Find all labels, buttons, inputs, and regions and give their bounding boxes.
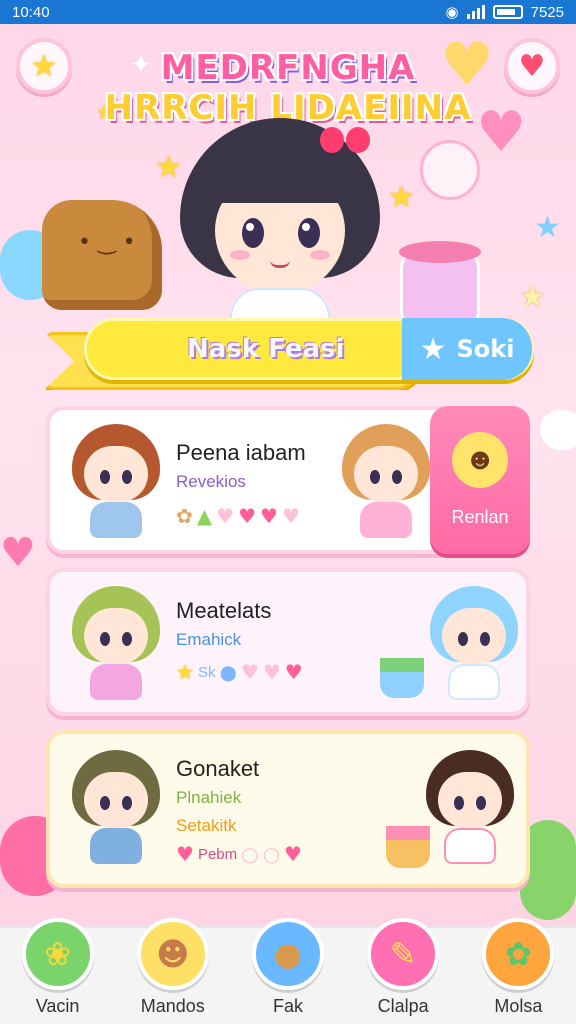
bubble-icon [420,140,480,200]
bun-icon: ● [251,918,324,990]
status-time: 10:40 [12,3,50,21]
card-title: Meatelats [176,598,272,623]
card-subtitle: Revekios [176,472,246,491]
card-action-button[interactable]: ☻ Renlan [430,406,530,554]
card-title: Gonaket [176,756,260,781]
character-card[interactable]: Gonaket Plnahiek Setakitk ♥ Pebm ○ ○ ♥ [46,730,530,888]
character-avatar [426,586,522,706]
card-subtitle: Emahick [176,630,242,649]
card-action-label: Renlan [451,507,509,527]
heart-icon: ♥ [216,504,235,528]
nav-label: Molsa [494,996,543,1016]
smile-icon: ☻ [452,432,508,488]
bottom-nav: ❀ Vacin ☻ Mandos ● Fak ✎ Clalpa ✿ Molsa [0,918,576,1024]
card-icons-row: ✿ ▲ ♥ ♥ ♥ ♥ [176,504,300,528]
status-right: ◉ 7525 [445,3,564,22]
card-icon-text: Sk [197,663,216,681]
star-icon: ★ [419,331,447,367]
heart-icon: ♥ [262,660,281,684]
signal-icon [466,5,485,19]
nav-label: Clalpa [377,996,429,1016]
character-avatar [68,424,164,544]
nav-label: Fak [272,996,303,1016]
heart-icon: ♥ [176,842,194,866]
status-right-text: 7525 [530,3,564,21]
character-avatar [338,424,434,544]
star-icon: ★ [534,210,561,245]
banner-action-button[interactable]: ★ Soki [402,318,532,380]
card-icon-text: Pebm [197,845,238,863]
nav-item-molsa[interactable]: ✿ Molsa [466,918,570,1017]
cloud-icon [540,410,576,450]
card-icons-row: ♥ Pebm ○ ○ ♥ [176,842,302,866]
heart-icon: ♥ [284,660,303,684]
heart-icon: ♥ [260,504,278,528]
card-subtitle-secondary: Setakitk [176,816,237,835]
flower-icon: ✿ [176,504,193,528]
bow-icon [320,123,370,157]
banner-label: Nask Feasi [187,334,345,364]
nav-item-mandos[interactable]: ☻ Mandos [121,918,225,1017]
battery-icon [492,5,523,19]
feature-banner: Nask Feasi ★ Soki [44,318,534,390]
game-title-line1: MEDRFNGHA [160,48,416,88]
heart-icon: ♥ [238,504,257,528]
star-icon: ★ [520,280,546,313]
bear-icon: ✿ [482,918,555,990]
nav-item-fak[interactable]: ● Fak [236,918,340,1017]
bread-mascot-icon: • ‿ • [42,200,162,310]
heart-icon: ○ [262,842,281,866]
cupcake-icon [380,658,424,698]
nav-label: Mandos [140,996,205,1016]
banner-action-label: Soki [456,335,515,363]
nav-item-clalpa[interactable]: ✎ Clalpa [351,918,455,1017]
card-icons-row: ★ Sk ● ♥ ♥ ♥ [176,660,303,684]
tool-icon: ✎ [367,918,440,990]
leaf-icon: ❀ [21,918,94,990]
heart-icon: ♥ [281,504,300,528]
heart-icon: ♥ [240,660,259,684]
status-bar: 10:40 ◉ 7525 [0,0,576,24]
character-avatar [422,750,518,870]
star-icon: ★ [388,180,415,215]
face-icon: ☻ [136,918,209,990]
hero-character [170,118,390,328]
dessert-cup-icon [399,241,481,326]
character-card[interactable]: Meatelats Emahick ★ Sk ● ♥ ♥ ♥ [46,568,530,716]
card-title: Peena iabam [176,440,306,465]
character-avatar [68,586,164,706]
heart-icon: ○ [241,842,259,866]
heart-icon: ♥ [0,530,36,576]
triangle-icon: ▲ [196,504,213,528]
nav-item-vacin[interactable]: ❀ Vacin [6,918,110,1017]
nav-label: Vacin [35,996,80,1016]
star-icon: ★ [176,660,194,684]
character-avatar [68,750,164,870]
circle-icon: ● [219,660,237,684]
heart-icon: ♥ [284,842,302,866]
character-card[interactable]: Peena iabam Revekios ✿ ▲ ♥ ♥ ♥ ♥ ☻ Renla… [46,406,530,554]
card-subtitle: Plnahiek [176,788,242,807]
wifi-icon: ◉ [445,4,459,21]
